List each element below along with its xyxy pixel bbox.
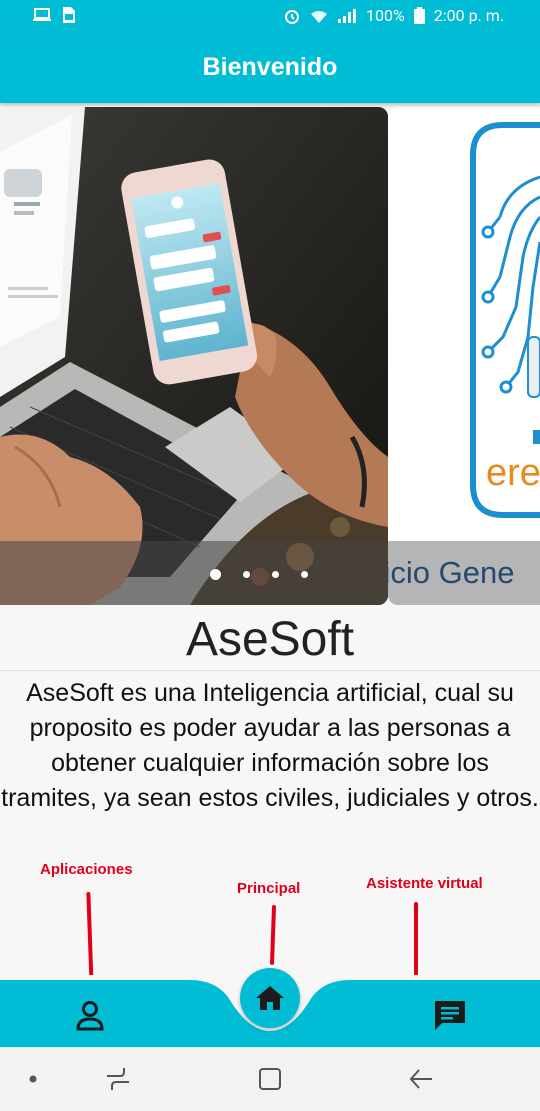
image-carousel[interactable]: ere vicio Gene — [0, 107, 540, 605]
app-description: AseSoft es una Inteligencia artificial, … — [1, 679, 539, 812]
recent-apps-icon[interactable] — [105, 1066, 131, 1092]
dot-indicator-icon — [29, 1075, 37, 1083]
battery-percent: 100% — [366, 6, 405, 25]
carousel-slide-laptop-phone[interactable] — [0, 107, 388, 605]
page-title: Bienvenido — [202, 53, 338, 81]
carousel-dot-1[interactable] — [210, 569, 221, 580]
wifi-calling-icon — [311, 10, 328, 23]
logo-text-fragment: ere — [486, 452, 540, 494]
status-right-icons: 100% 2:00 p. m. — [283, 6, 504, 25]
clock: 2:00 p. m. — [433, 6, 504, 25]
fingerprint-logo-icon: ere — [388, 107, 540, 605]
carousel-dot-2[interactable] — [243, 571, 250, 578]
sim-card-icon — [63, 7, 75, 23]
carousel-dot-4[interactable] — [301, 571, 308, 578]
battery-icon — [413, 7, 425, 24]
app-name-heading: AseSoft — [185, 613, 355, 666]
annotation-home-line — [269, 904, 277, 966]
status-left-icons — [32, 6, 76, 24]
slide-caption-band — [0, 541, 388, 605]
laptop-notification-icon — [33, 8, 51, 21]
divider — [0, 670, 540, 671]
carousel-slide-logo[interactable]: ere vicio Gene — [388, 107, 540, 605]
chat-icon — [435, 1001, 465, 1030]
annotation-apps: Aplicaciones — [40, 861, 133, 878]
slide2-caption: vicio Gene — [388, 555, 515, 590]
annotation-apps-line — [86, 891, 94, 989]
carousel-dot-3[interactable] — [272, 571, 279, 578]
home-system-icon[interactable] — [258, 1067, 282, 1091]
alarm-icon — [285, 9, 300, 24]
nav-applications-button[interactable] — [70, 995, 110, 1035]
app-bar: Bienvenido — [0, 33, 540, 103]
status-bar: 100% 2:00 p. m. — [0, 0, 540, 33]
annotation-home: Principal — [237, 880, 301, 897]
signal-icon — [338, 8, 357, 23]
nav-assistant-button[interactable] — [430, 995, 470, 1035]
back-icon[interactable] — [408, 1067, 434, 1091]
carousel-indicators — [210, 569, 308, 580]
system-navigation-bar — [0, 1047, 540, 1111]
slide-photo — [0, 107, 388, 605]
nav-home-button[interactable] — [240, 968, 300, 1028]
person-icon — [76, 1001, 104, 1031]
home-icon — [256, 986, 284, 1010]
annotation-assistant: Asistente virtual — [366, 875, 483, 892]
